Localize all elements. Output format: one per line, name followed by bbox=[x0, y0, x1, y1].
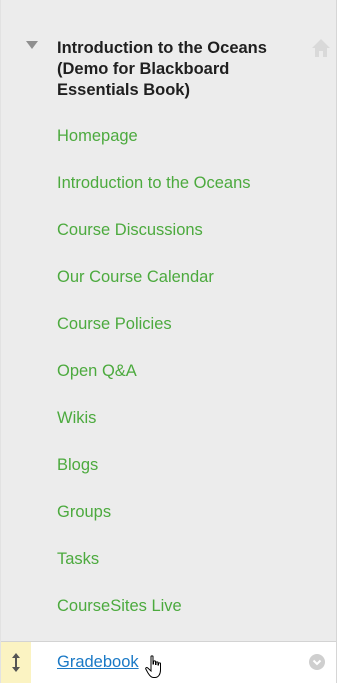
menu-item-gradebook-row[interactable]: Gradebook bbox=[1, 641, 336, 683]
drag-handle-icon bbox=[12, 653, 20, 672]
course-header: Introduction to the Oceans (Demo for Bla… bbox=[1, 32, 336, 113]
panel-top-spacer bbox=[1, 0, 336, 32]
hand-cursor-icon bbox=[145, 655, 161, 678]
menu-item-blogs[interactable]: Blogs bbox=[1, 442, 336, 489]
menu-item-open-qa[interactable]: Open Q&A bbox=[1, 348, 336, 395]
course-title[interactable]: Introduction to the Oceans (Demo for Bla… bbox=[57, 38, 312, 101]
menu-item-introduction-to-the-oceans[interactable]: Introduction to the Oceans bbox=[1, 160, 336, 207]
home-icon[interactable] bbox=[310, 37, 332, 59]
course-menu-list: Homepage Introduction to the Oceans Cour… bbox=[1, 113, 336, 630]
course-menu-panel: Introduction to the Oceans (Demo for Bla… bbox=[0, 0, 337, 683]
menu-item-wikis[interactable]: Wikis bbox=[1, 395, 336, 442]
menu-item-our-course-calendar[interactable]: Our Course Calendar bbox=[1, 254, 336, 301]
menu-item-homepage[interactable]: Homepage bbox=[1, 113, 336, 160]
drag-handle[interactable] bbox=[1, 642, 31, 683]
menu-item-course-policies[interactable]: Course Policies bbox=[1, 301, 336, 348]
chevron-down-icon[interactable] bbox=[308, 653, 326, 671]
menu-item-coursesites-live[interactable]: CourseSites Live bbox=[1, 583, 336, 630]
menu-item-gradebook[interactable]: Gradebook bbox=[57, 652, 139, 672]
menu-item-tasks[interactable]: Tasks bbox=[1, 536, 336, 583]
menu-item-course-discussions[interactable]: Course Discussions bbox=[1, 207, 336, 254]
menu-item-groups[interactable]: Groups bbox=[1, 489, 336, 536]
triangle-down-icon[interactable] bbox=[26, 41, 38, 49]
